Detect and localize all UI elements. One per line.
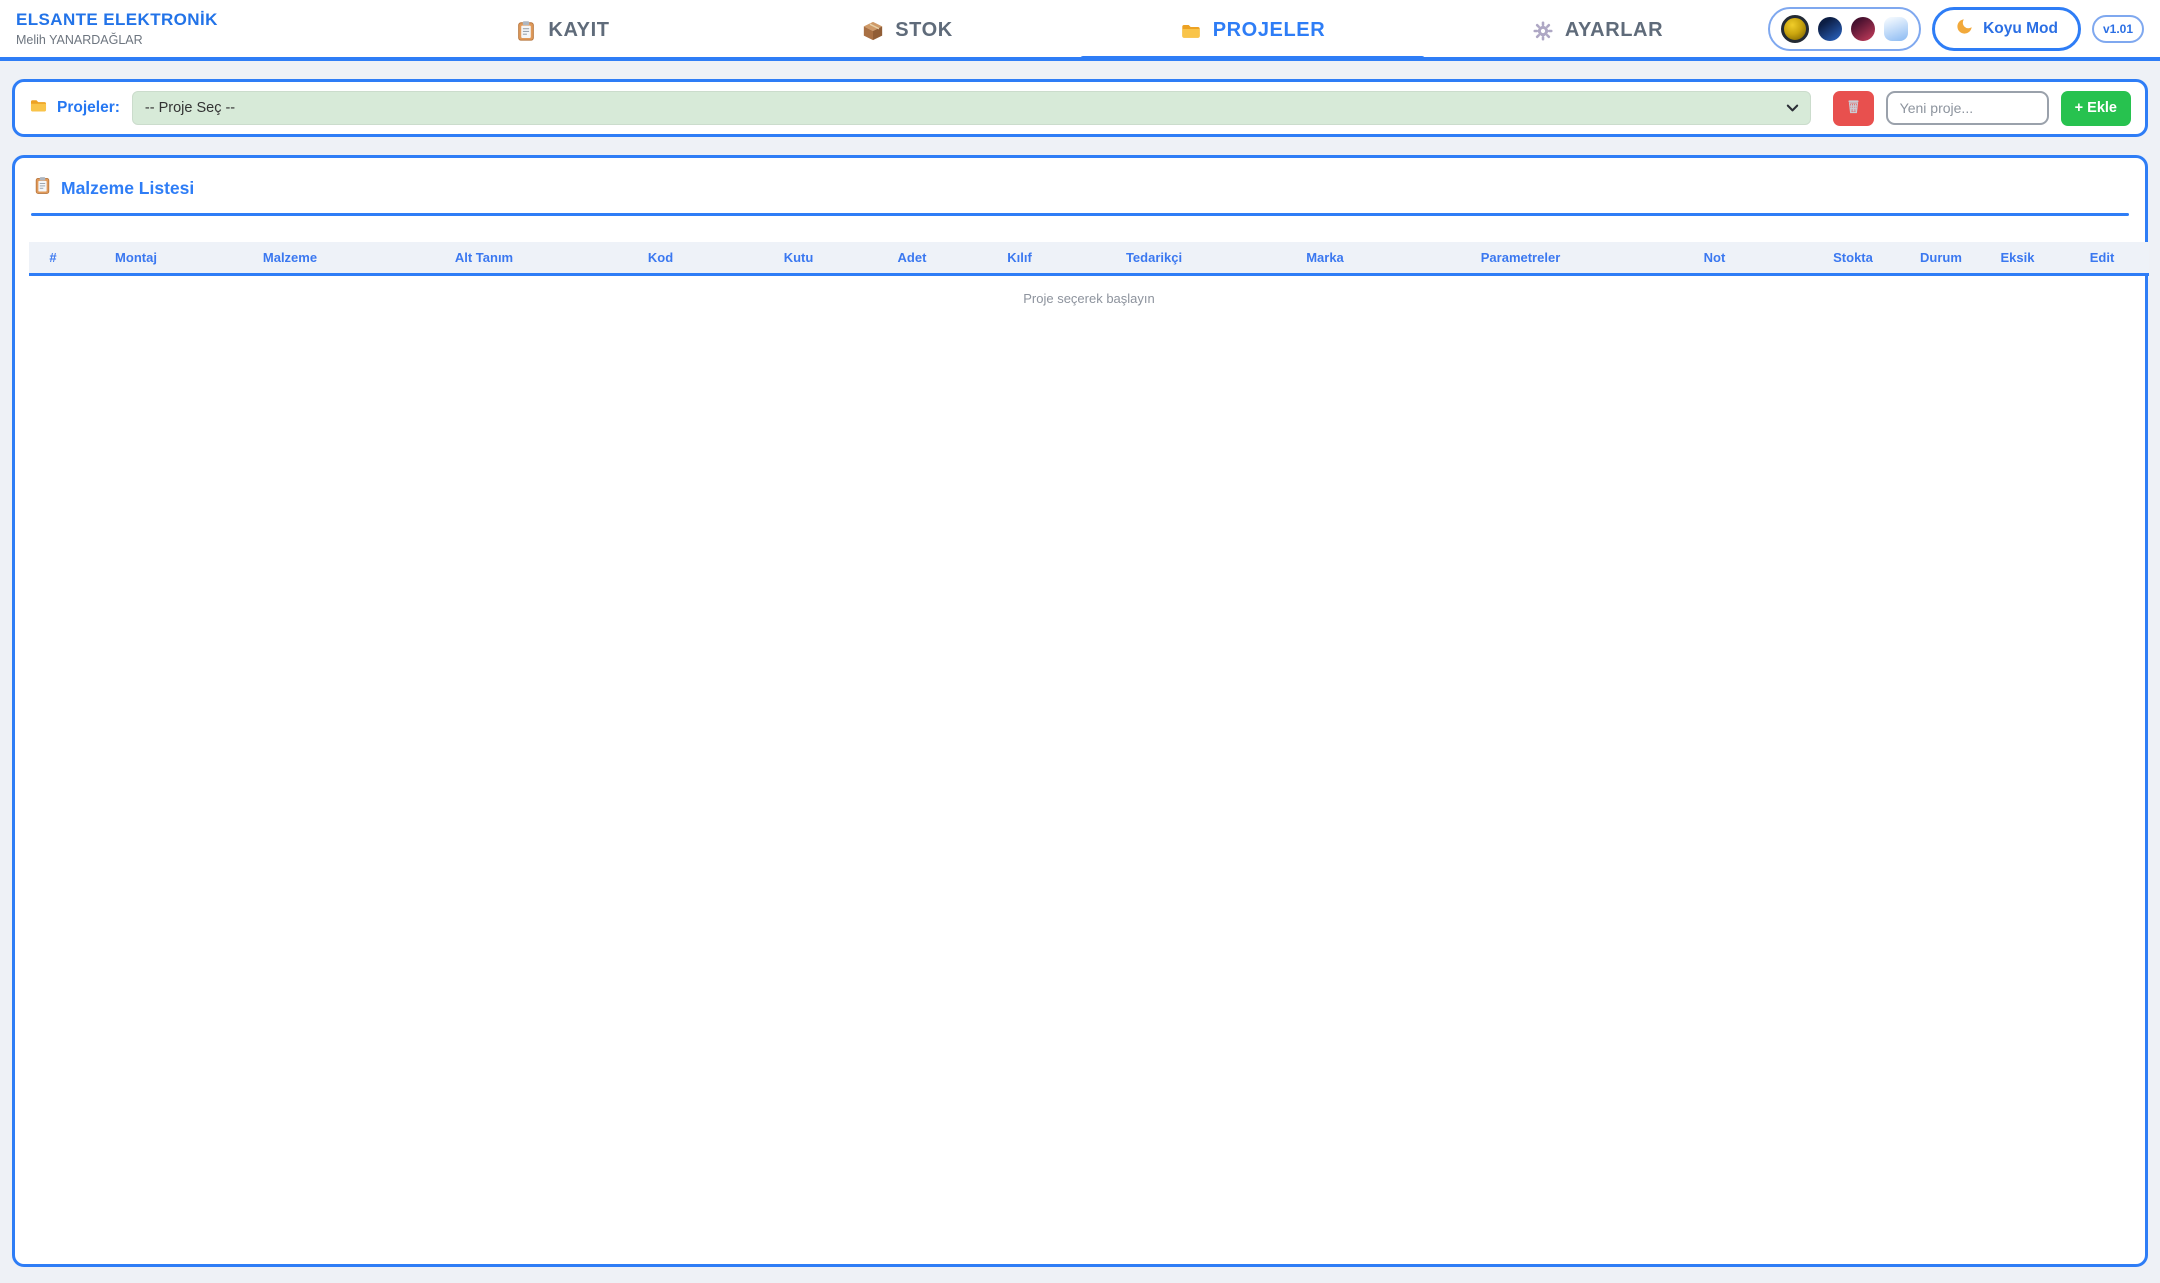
brand-subtitle: Melih YANARDAĞLAR (16, 33, 143, 47)
theme-picker (1768, 6, 1922, 51)
package-icon (862, 20, 884, 42)
column-header-tedarikci: Tedarikçi (1074, 241, 1234, 276)
theme-swatch-crimson[interactable] (1851, 16, 1876, 41)
materials-table: # Montaj Malzeme Alt Tanım Kod Kutu Adet… (29, 241, 2149, 322)
materials-panel: Malzeme Listesi # Montaj Malzeme Alt Tan… (12, 155, 2149, 1267)
tab-kayit[interactable]: KAYIT (390, 0, 735, 61)
main-nav: KAYIT STOK PROJELER AYARLAR (390, 0, 1770, 61)
app-header: ELSANTE ELEKTRONİK Melih YANARDAĞLAR KAY… (0, 0, 2160, 61)
delete-project-button[interactable] (1832, 90, 1874, 126)
new-project-input[interactable] (1885, 91, 2049, 125)
project-select-wrap: -- Proje Seç -- (131, 91, 1811, 125)
column-header-kutu: Kutu (738, 241, 859, 276)
tab-label: AYARLAR (1564, 19, 1664, 41)
title-divider (31, 213, 2129, 216)
tab-ayarlar[interactable]: AYARLAR (1425, 0, 1770, 61)
projects-label-group: Projeler: (29, 96, 120, 120)
column-header-eksik: Eksik (1980, 241, 2055, 276)
header-row: # Montaj Malzeme Alt Tanım Kod Kutu Adet… (29, 241, 2149, 276)
add-project-button[interactable]: + Ekle (2060, 90, 2131, 126)
folder-icon (1180, 20, 1202, 42)
column-header-stokta: Stokta (1804, 241, 1902, 276)
column-header-marka: Marka (1234, 241, 1416, 276)
brand-title: ELSANTE ELEKTRONİK (16, 10, 218, 29)
materials-table-head: # Montaj Malzeme Alt Tanım Kod Kutu Adet… (29, 241, 2149, 276)
column-header-adet: Adet (859, 241, 965, 276)
gear-icon (1532, 20, 1554, 42)
column-header-kilif: Kılıf (965, 241, 1074, 276)
clipboard-icon (515, 20, 537, 42)
column-header-index: # (29, 241, 77, 276)
column-header-malzeme: Malzeme (195, 241, 385, 276)
tab-projeler[interactable]: PROJELER (1080, 0, 1425, 61)
tab-label: STOK (895, 19, 953, 41)
tab-label: PROJELER (1212, 19, 1326, 41)
brand: ELSANTE ELEKTRONİK Melih YANARDAĞLAR (16, 10, 218, 47)
materials-title-group: Malzeme Listesi (29, 174, 2131, 200)
project-toolbar: Projeler: -- Proje Seç -- + Ekle (12, 79, 2148, 137)
dark-mode-button[interactable]: Koyu Mod (1932, 6, 2081, 51)
column-header-kod: Kod (583, 241, 738, 276)
theme-swatch-gold[interactable] (1781, 14, 1810, 43)
column-header-parametreler: Parametreler (1416, 241, 1625, 276)
theme-swatch-light-blue[interactable] (1884, 16, 1909, 41)
column-header-not: Not (1625, 241, 1804, 276)
clipboard-icon (33, 176, 52, 200)
column-header-alt-tanim: Alt Tanım (385, 241, 583, 276)
dark-mode-label: Koyu Mod (1983, 19, 2058, 37)
tab-stok[interactable]: STOK (735, 0, 1080, 61)
empty-state-message: Proje seçerek başlayın (1023, 291, 1155, 306)
column-header-durum: Durum (1902, 241, 1980, 276)
moon-icon (1955, 17, 1974, 41)
empty-state-row: Proje seçerek başlayın (29, 275, 2149, 322)
tab-label: KAYIT (548, 19, 610, 41)
version-badge: v1.01 (2091, 14, 2144, 43)
materials-table-body: Proje seçerek başlayın (29, 275, 2149, 322)
trash-icon (1844, 97, 1863, 119)
project-select[interactable]: -- Proje Seç -- (131, 91, 1811, 125)
header-right: Koyu Mod v1.01 (1768, 6, 2144, 51)
column-header-montaj: Montaj (77, 241, 195, 276)
theme-swatch-navy[interactable] (1818, 16, 1843, 41)
materials-title: Malzeme Listesi (61, 177, 195, 198)
column-header-edit: Edit (2055, 241, 2149, 276)
folder-icon (29, 96, 48, 120)
projects-label: Projeler: (57, 99, 120, 116)
